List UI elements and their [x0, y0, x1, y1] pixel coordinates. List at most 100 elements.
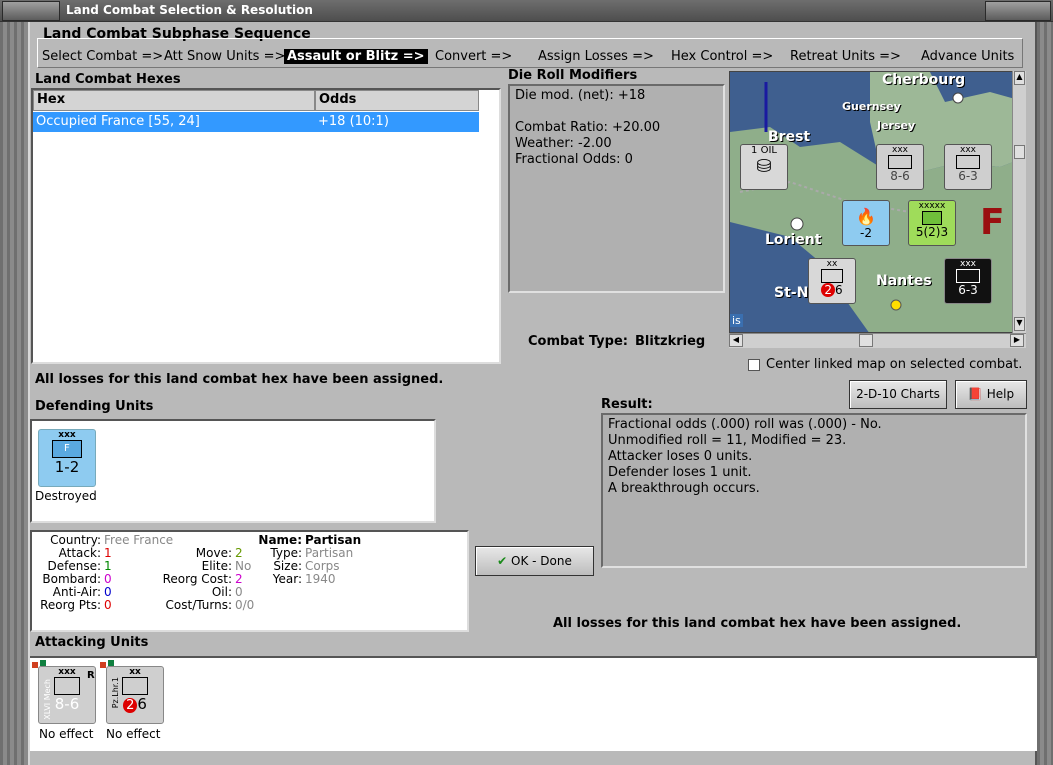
counter-1-size: xxx	[892, 145, 908, 155]
step-advance-units[interactable]: Advance Units	[921, 49, 1014, 64]
system-menu-button[interactable]	[2, 1, 60, 21]
defender-strength: 1-2	[54, 458, 80, 476]
map-counter-2[interactable]: xxx 6-3	[944, 144, 992, 190]
attacker-counter-2[interactable]: Pz.Lhr.1 xx 26	[106, 666, 164, 724]
row-hex: Occupied France [55, 24]	[36, 114, 200, 129]
map-label-lorient: Lorient	[765, 232, 822, 248]
defending-label: Defending Units	[35, 399, 154, 414]
column-header-hex[interactable]: Hex	[33, 90, 315, 111]
result-line-5: A breakthrough occurs.	[608, 481, 760, 496]
result-label: Result:	[601, 397, 653, 412]
modifiers-label: Die Roll Modifiers	[508, 68, 638, 83]
counter-5-size: xx	[826, 259, 838, 269]
ok-done-button[interactable]: ✔ OK - Done	[475, 546, 594, 576]
counter-5-strength: 6	[835, 283, 843, 297]
result-line-4: Defender loses 1 unit.	[608, 465, 752, 480]
step-select-combat[interactable]: Select Combat =>	[42, 49, 163, 64]
step-hex-control[interactable]: Hex Control =>	[671, 49, 773, 64]
mod-line-ratio: Combat Ratio: +20.00	[515, 120, 661, 135]
defender-letter: F	[64, 443, 70, 454]
modifiers-box: Die mod. (net): +18 Combat Ratio: +20.00…	[508, 84, 725, 293]
result-line-1: Fractional odds (.000) roll was (.000) -…	[608, 417, 882, 432]
result-box: Fractional odds (.000) roll was (.000) -…	[601, 413, 1027, 568]
title-bar: Land Combat Selection & Resolution	[0, 0, 1053, 22]
map-counter-3[interactable]: 🔥 -2	[842, 200, 890, 246]
map-horizontal-scrollbar[interactable]: ◀ ▶	[729, 333, 1026, 348]
attacker-2-name: Pz.Lhr.1	[111, 677, 120, 709]
attacker-1-mech-icon	[54, 677, 80, 695]
result-line-3: Attacker loses 0 units.	[608, 449, 753, 464]
left-border	[0, 22, 28, 765]
counter-5-armor-icon	[821, 269, 843, 283]
counter-2-infantry-icon	[956, 155, 980, 169]
step-convert[interactable]: Convert =>	[435, 49, 512, 64]
counter-3-fire-icon: 🔥	[856, 207, 876, 226]
mod-line-fractional: Fractional Odds: 0	[515, 152, 633, 167]
attacking-box: XLVI Mech R xxx 8-6 No effect Pz.Lhr.1 x…	[30, 656, 1037, 751]
attacker-2-status: No effect	[106, 727, 161, 741]
attacker-2-size: xx	[129, 667, 141, 677]
help-button-label: Help	[986, 387, 1015, 401]
hexes-table: Hex Odds Occupied France [55, 24] +18 (1…	[31, 88, 501, 364]
info-year-key: Year:	[272, 572, 302, 586]
info-country-value: Free France	[104, 533, 174, 547]
info-year-value: 1940	[305, 572, 336, 586]
scroll-v-thumb[interactable]	[1014, 145, 1025, 159]
map-counter-1[interactable]: xxx 8-6	[876, 144, 924, 190]
map-label-cherbourg: Cherbourg	[882, 72, 966, 88]
scroll-up-arrow-icon[interactable]: ▲	[1014, 71, 1025, 85]
map-label-is: is	[730, 314, 743, 327]
counter-1-infantry-icon	[888, 155, 912, 169]
map-vertical-scrollbar[interactable]: ▲ ▼	[1012, 71, 1026, 333]
counter-6-strength: 6-3	[958, 283, 978, 297]
attacker-1-marker	[32, 662, 38, 668]
unit-info-box: Country: Free France Attack: 1 Defense: …	[30, 530, 469, 632]
map-label-brest: Brest	[768, 129, 811, 145]
map-counter-6[interactable]: xxx 6-3	[944, 258, 992, 304]
linked-map[interactable]: Cherbourg Guernsey Jersey Brest Lorient …	[729, 71, 1025, 333]
info-reorgpts-key: Reorg Pts:	[40, 598, 101, 612]
result-line-2: Unmodified roll = 11, Modified = 23.	[608, 433, 847, 448]
attacking-label: Attacking Units	[35, 635, 149, 650]
counter-4-size: xxxxx	[918, 201, 946, 211]
combat-type-label: Combat Type:	[528, 334, 628, 349]
map-label-france: F	[980, 202, 1005, 243]
column-header-odds[interactable]: Odds	[315, 90, 479, 111]
scroll-h-thumb[interactable]	[859, 334, 873, 347]
attacker-2-armor-icon	[122, 677, 148, 695]
center-map-label: Center linked map on selected combat.	[766, 357, 1023, 372]
losses-message-top: All losses for this land combat hex have…	[35, 372, 444, 387]
counter-6-size: xxx	[960, 259, 976, 269]
counter-4-strength: 5(2)3	[915, 225, 949, 239]
scroll-right-arrow-icon[interactable]: ▶	[1010, 334, 1024, 347]
help-book-icon: 📕	[967, 387, 983, 401]
help-button[interactable]: 📕 Help	[955, 380, 1027, 409]
mod-line-blank	[515, 104, 718, 120]
losses-message-bottom: All losses for this land combat hex have…	[553, 616, 962, 631]
attacker-counter-1[interactable]: XLVI Mech R xxx 8-6	[38, 666, 96, 724]
scroll-left-arrow-icon[interactable]: ◀	[729, 334, 743, 347]
map-label-nantes: Nantes	[876, 273, 932, 289]
scroll-down-arrow-icon[interactable]: ▼	[1014, 317, 1025, 331]
step-assign-losses[interactable]: Assign Losses =>	[538, 49, 654, 64]
attacker-1-corner: R	[87, 670, 95, 681]
defender-counter[interactable]: xxx F 1-2	[38, 429, 96, 487]
attacker-1-name: XLVI Mech	[43, 679, 52, 720]
hexes-label: Land Combat Hexes	[35, 72, 181, 87]
counter-4-unit-icon	[922, 211, 942, 225]
row-odds: +18 (10:1)	[318, 114, 389, 129]
center-map-checkbox[interactable]	[748, 359, 760, 371]
combat-type-value: Blitzkrieg	[635, 334, 706, 349]
step-assault-or-blitz[interactable]: Assault or Blitz =>	[284, 49, 428, 64]
window-control-button[interactable]	[985, 1, 1051, 21]
charts-button[interactable]: 2-D-10 Charts	[849, 380, 947, 409]
mod-line-net: Die mod. (net): +18	[515, 88, 646, 103]
window-title: Land Combat Selection & Resolution	[66, 3, 313, 17]
map-counter-4[interactable]: xxxxx 5(2)3	[908, 200, 956, 246]
map-counter-5[interactable]: xx 26	[808, 258, 856, 304]
table-row[interactable]: Occupied France [55, 24] +18 (10:1)	[33, 112, 479, 132]
step-retreat-units[interactable]: Retreat Units =>	[790, 49, 901, 64]
defender-size: xxx	[58, 430, 76, 440]
step-att-snow-units[interactable]: Att Snow Units =>	[164, 49, 285, 64]
map-counter-oil[interactable]: 1 OIL ⛁	[740, 144, 788, 190]
